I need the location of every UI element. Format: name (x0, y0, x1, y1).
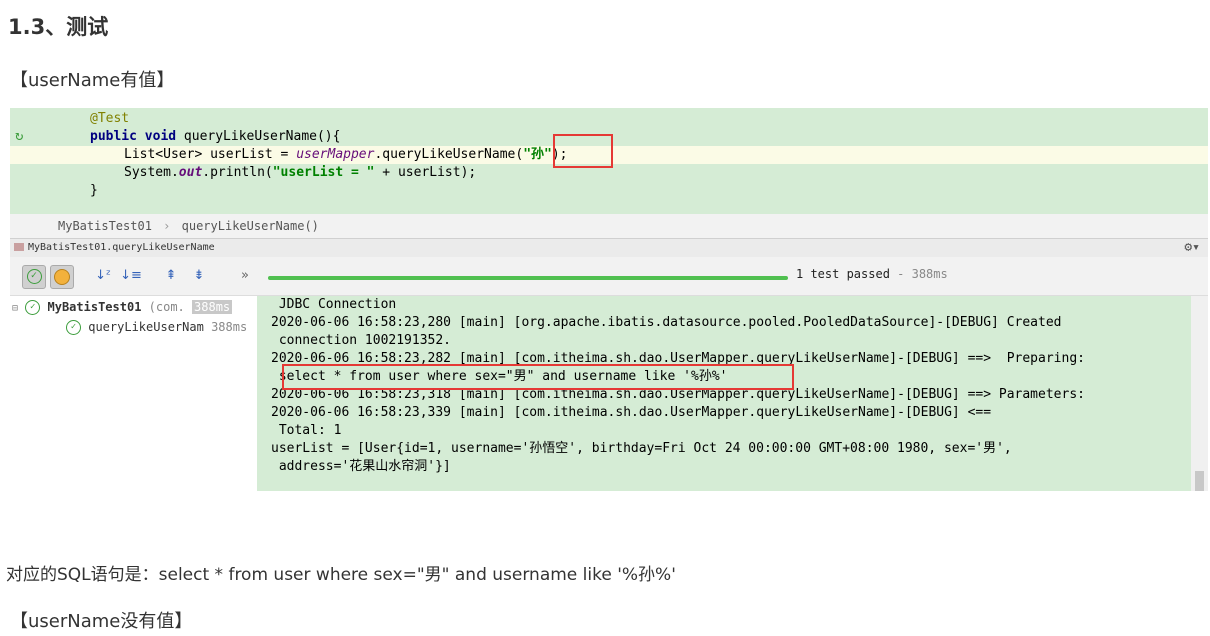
settings-gear-icon[interactable]: ⚙▾ (1184, 239, 1200, 257)
collapse-toggle-icon[interactable]: ⊟ (12, 303, 18, 314)
passed-icon: ✓ (25, 300, 41, 315)
tree-root-label: MyBatisTest01 (47, 300, 142, 314)
breadcrumb-separator: › (163, 219, 171, 233)
tree-child-row[interactable]: ✓ queryLikeUserNam 388ms (66, 317, 247, 337)
code-line-close: } (90, 183, 98, 198)
sort-alpha-button[interactable]: ↓ᶻ (92, 265, 114, 287)
run-tab-title[interactable]: MyBatisTest01.queryLikeUserName (28, 242, 215, 253)
more-button[interactable]: » (234, 265, 256, 287)
subsection-no-value: 【userName没有值】 (10, 611, 193, 632)
progress-bar (268, 276, 788, 280)
code-line-annotation: @Test (90, 111, 130, 126)
section-heading: 1.3、测试 (8, 15, 109, 39)
sort-duration-button[interactable]: ↓≡ (120, 265, 142, 287)
passed-icon: ✓ (66, 320, 81, 335)
tree-child-time: 388ms (211, 320, 248, 334)
breadcrumb: MyBatisTest01 › queryLikeUserName() (10, 214, 1208, 238)
tree-root-package: (com. (148, 300, 185, 314)
highlight-sql-box (282, 364, 794, 390)
console-output[interactable]: JDBC Connection 2020-06-06 16:58:23,280 … (257, 296, 1191, 491)
run-panel-header: MyBatisTest01.queryLikeUserName ⚙▾ (10, 238, 1208, 257)
test-tree: ⊟ ✓ MyBatisTest01 (com. 388ms ✓ queryLik… (10, 296, 256, 491)
tree-child-label: queryLikeUserNam (88, 320, 204, 334)
check-icon: ✓ (26, 269, 42, 284)
show-ignored-button[interactable] (50, 265, 74, 289)
console-line: JDBC Connection (271, 297, 397, 312)
tree-root-time: 388ms (192, 300, 233, 314)
console-scrollbar[interactable] (1191, 296, 1208, 491)
sql-statement-text: 对应的SQL语句是：select * from user where sex="… (6, 565, 676, 585)
code-editor[interactable]: ↻ @Test public void queryLikeUserName(){… (10, 108, 1208, 214)
collapse-all-button[interactable]: ⇟ (188, 265, 210, 287)
run-tab-icon (14, 243, 24, 251)
breadcrumb-method[interactable]: queryLikeUserName() (182, 219, 319, 233)
console-line: address='花果山水帘洞'}] (271, 459, 451, 474)
subsection-has-value: 【userName有值】 (10, 70, 175, 91)
test-result-status: 1 test passed - 388ms (796, 267, 948, 281)
expand-all-button[interactable]: ⇞ (160, 265, 182, 287)
breadcrumb-class[interactable]: MyBatisTest01 (10, 219, 152, 233)
ide-screenshot: ↻ @Test public void queryLikeUserName(){… (10, 108, 1208, 491)
highlight-argument-box (553, 134, 613, 168)
console-line: connection 1002191352. (271, 333, 452, 348)
console-line: Total: 1 (271, 423, 342, 438)
ignored-icon (54, 268, 70, 285)
console-line: 2020-06-06 16:58:23,280 [main] [org.apac… (271, 315, 1062, 330)
console-line: userList = [User{id=1, username='孙悟空', b… (271, 441, 1012, 456)
console-line: 2020-06-06 16:58:23,339 [main] [com.ithe… (271, 405, 992, 420)
show-passed-button[interactable]: ✓ (22, 265, 46, 289)
scroll-thumb[interactable] (1195, 471, 1204, 491)
tree-root-row[interactable]: ⊟ ✓ MyBatisTest01 (com. 388ms (12, 297, 233, 317)
